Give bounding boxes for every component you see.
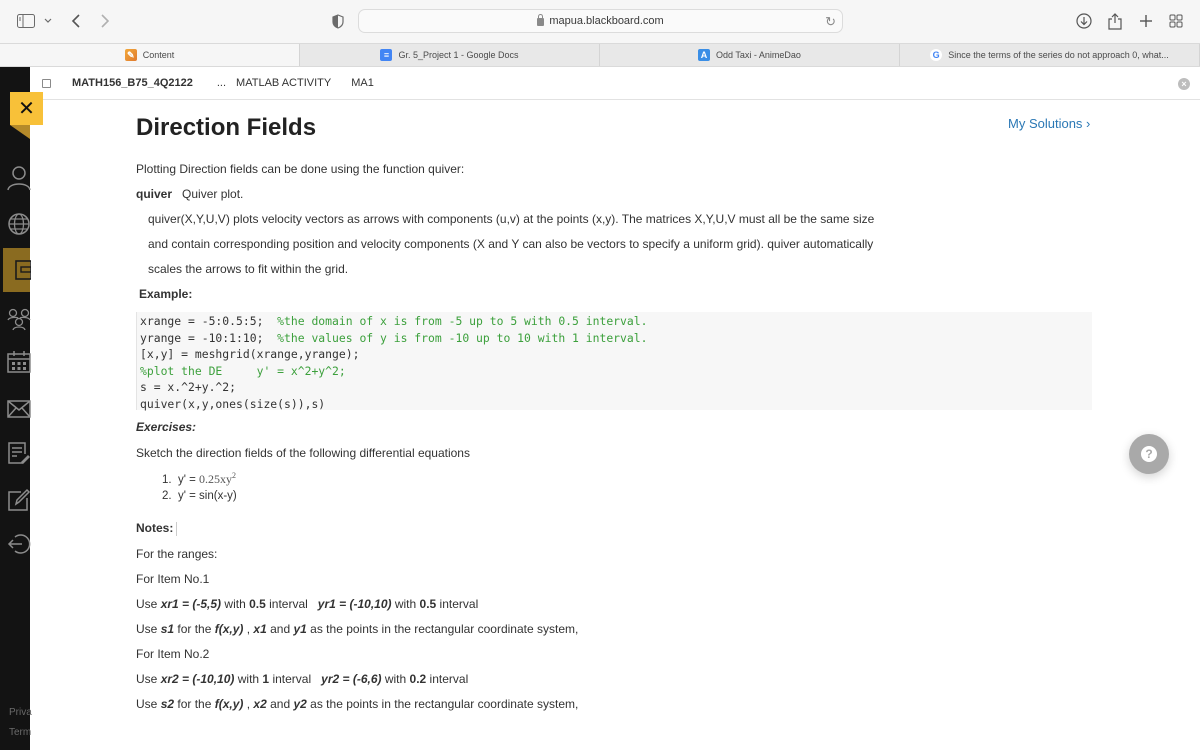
desc-line-1: quiver(X,Y,U,V) plots velocity vectors a…	[148, 212, 875, 226]
code-line: quiver(x,y,ones(size(s)),s)	[140, 396, 326, 411]
downloads-icon[interactable]	[1076, 12, 1092, 30]
item1-label: For Item No.1	[136, 572, 210, 586]
url-text: mapua.blackboard.com	[549, 15, 664, 27]
calendar-icon[interactable]	[7, 351, 31, 375]
help-icon: ?	[1141, 446, 1157, 462]
lock-icon	[537, 14, 545, 26]
google-icon: G	[930, 49, 943, 61]
desc-line-2: and contain corresponding position and v…	[148, 237, 874, 251]
animedao-icon: A	[698, 49, 711, 61]
profile-icon[interactable]	[7, 165, 31, 191]
breadcrumb: MATH156_B75_4Q2122 ... MATLAB ACTIVITY M…	[30, 67, 1200, 100]
my-solutions-link[interactable]: My Solutions ›	[1008, 116, 1090, 131]
item1-usage: Use s1 for the f(x,y) , x1 and y1 as the…	[136, 622, 579, 636]
tab-google-docs[interactable]: ≡ Gr. 5_Project 1 - Google Docs	[300, 44, 600, 66]
breadcrumb-course[interactable]: MATH156_B75_4Q2122	[72, 77, 193, 89]
globe-icon[interactable]	[7, 212, 31, 236]
grades-icon[interactable]	[7, 441, 31, 465]
exercise-item: 1. y' = 0.25xy2	[162, 471, 237, 486]
item2-label: For Item No.2	[136, 647, 210, 661]
browser-toolbar: mapua.blackboard.com ↻	[0, 0, 1200, 43]
quiver-heading: quiver Quiver plot.	[136, 187, 243, 201]
tab-overview-icon[interactable]	[1169, 12, 1183, 30]
ranges-label: For the ranges:	[136, 547, 218, 561]
back-icon[interactable]	[71, 12, 81, 30]
tab-label: Odd Taxi - AnimeDao	[716, 50, 801, 60]
groups-icon[interactable]	[7, 307, 31, 331]
tab-bar: ✎ Content ≡ Gr. 5_Project 1 - Google Doc…	[0, 43, 1200, 67]
edit-icon[interactable]	[7, 488, 31, 512]
messages-icon[interactable]	[7, 400, 31, 424]
code-line: %plot the DE y' = x^2+y^2;	[140, 363, 346, 378]
courses-nav-item[interactable]	[3, 248, 31, 292]
page-title: Direction Fields	[136, 114, 317, 141]
forward-icon[interactable]	[100, 12, 110, 30]
left-navigation: Priva Term	[0, 67, 32, 750]
tab-google-search[interactable]: G Since the terms of the series do not a…	[900, 44, 1200, 66]
help-button[interactable]: ?	[1129, 434, 1169, 474]
google-docs-icon: ≡	[380, 49, 393, 61]
courses-icon	[15, 260, 31, 280]
intro-text: Plotting Direction fields can be done us…	[136, 162, 465, 176]
code-line: s = x.^2+y.^2;	[140, 380, 237, 395]
breadcrumb-ma1[interactable]: MA1	[351, 77, 374, 89]
quiver-term: quiver	[136, 187, 173, 201]
item1-ranges: Use xr1 = (-5,5) with 0.5 interval yr1 =…	[136, 597, 479, 611]
exercise-list: 1. y' = 0.25xy2 2. y' = sin(x-y)	[162, 468, 237, 504]
exercises-intro: Sketch the direction fields of the follo…	[136, 446, 470, 460]
breadcrumb-matlab-activity[interactable]: MATLAB ACTIVITY	[236, 77, 331, 89]
code-line: yrange = -10:1:10; %the values of y is f…	[140, 330, 648, 345]
close-icon[interactable]: ×	[1178, 78, 1190, 90]
item2-usage: Use s2 for the f(x,y) , x2 and y2 as the…	[136, 697, 579, 711]
example-label: Example:	[139, 287, 193, 301]
desc-line-3: scales the arrows to fit within the grid…	[148, 262, 349, 276]
exercises-label: Exercises:	[136, 420, 197, 434]
reload-icon[interactable]: ↻	[825, 14, 836, 30]
privacy-shield-icon[interactable]	[332, 12, 344, 30]
tab-label: Since the terms of the series do not app…	[948, 50, 1169, 60]
quiver-desc: Quiver plot.	[182, 187, 244, 201]
sidebar-toggle-icon[interactable]	[17, 12, 35, 30]
tab-content[interactable]: ✎ Content	[0, 44, 300, 66]
tab-label: Content	[142, 50, 175, 60]
chevron-down-icon[interactable]	[44, 12, 52, 30]
privacy-link[interactable]: Priva	[9, 707, 32, 718]
code-line: xrange = -5:0.5:5; %the domain of x is f…	[140, 314, 648, 328]
share-icon[interactable]	[1108, 12, 1122, 30]
breadcrumb-ellipsis[interactable]: ...	[217, 77, 226, 89]
tab-animedao[interactable]: A Odd Taxi - AnimeDao	[600, 44, 900, 66]
notes-label: Notes:	[136, 521, 178, 536]
new-tab-icon[interactable]	[1139, 12, 1153, 30]
address-bar[interactable]: mapua.blackboard.com ↻	[358, 9, 843, 33]
pencil-icon: ✎	[124, 49, 137, 61]
terms-link[interactable]: Term	[9, 727, 31, 738]
code-line: [x,y] = meshgrid(xrange,yrange);	[140, 347, 360, 362]
sign-out-icon[interactable]	[7, 532, 31, 556]
item2-ranges: Use xr2 = (-10,10) with 1 interval yr2 =…	[136, 672, 469, 686]
close-panel-button[interactable]: ✕	[10, 92, 43, 125]
window-icon[interactable]	[42, 78, 51, 88]
code-block: xrange = -5:0.5:5; %the domain of x is f…	[136, 312, 1092, 411]
exercise-item: 2. y' = sin(x-y)	[162, 489, 237, 502]
tab-label: Gr. 5_Project 1 - Google Docs	[398, 50, 519, 60]
